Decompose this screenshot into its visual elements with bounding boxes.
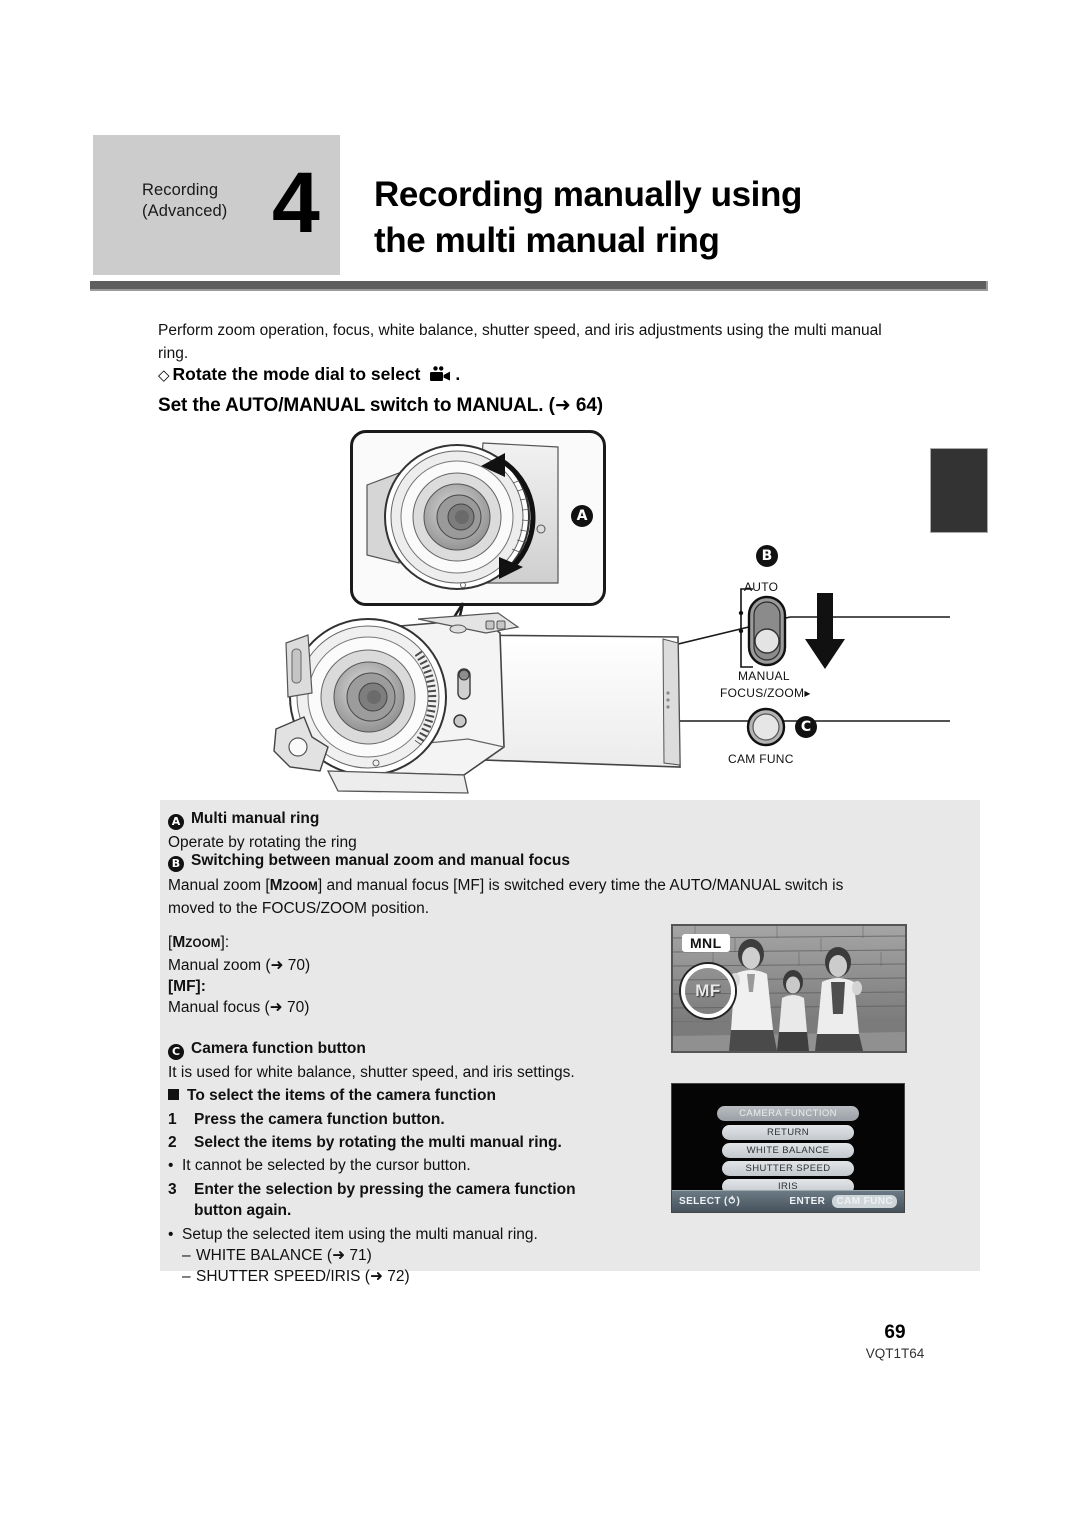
callout-mark-b: B [168,856,184,872]
mzoom-token: MZOOM [172,934,220,951]
mf-indicator-ring: MF [681,964,735,1018]
bullet-dot-icon-2: • [168,1226,174,1243]
menu-item-return[interactable]: RETURN [722,1125,854,1140]
page-title: Recording manually using the multi manua… [374,172,974,264]
chapter-category-line1: Recording [142,181,219,199]
mnl-badge: MNL [682,934,730,952]
cam-func-label: CAM FUNC [728,752,794,766]
chapter-category: Recording (Advanced) [142,180,272,222]
sub-item-2-text: SHUTTER SPEED/IRIS (➜ 72) [196,1268,410,1285]
diamond-icon: ◇ [158,367,170,384]
b-body-mid: ] and manual focus [MF] is switched ever… [317,877,844,894]
page-number: 69 [884,1322,906,1343]
step-1-text: Press the camera function button. [194,1111,445,1128]
callout-mark-c: C [168,1044,184,1060]
sub-item-1: – WHITE BALANCE (➜ 71) [168,1245,808,1266]
step-2-text: Select the items by rotating the multi m… [194,1134,562,1151]
mzoom-zoom: ZOOM [185,938,221,950]
note-2-text: Setup the selected item using the multi … [182,1226,538,1243]
mzoom-bracket-close: ]: [220,934,230,951]
menu-select-hint: SELECT (⥀) [679,1196,741,1207]
menu-cam-func-button-icon: CAM FUNC [832,1195,897,1208]
document-code: VQT1T64 [865,1346,925,1361]
chapter-category-line2: (Advanced) [142,202,228,220]
sub-item-2: – SHUTTER SPEED/IRIS (➜ 72) [168,1266,808,1287]
menu-enter-hint: ENTER CAM FUNC [789,1195,897,1208]
b-body-pre: Manual zoom [ [168,877,270,894]
mf-indicator-text: MF [695,981,721,1000]
section-a-heading-text: Multi manual ring [191,810,320,827]
menu-item-shutter-speed[interactable]: SHUTTER SPEED [722,1161,854,1176]
camcorder-icon [429,364,451,388]
camcorder-illustration: A B AUTO MANUAL FOCUS/ZOOM▸ C CAM FUNC [250,425,950,800]
mode-dial-step: ◇ Rotate the mode dial to select . [158,362,858,388]
section-c-body: It is used for white balance, shutter sp… [168,1064,575,1081]
section-b-heading: B Switching between manual zoom and manua… [168,850,938,872]
step-3-text-line1: Enter the selection by pressing the came… [194,1181,576,1198]
callout-mark-a: A [168,814,184,830]
section-c-subheading-text: To select the items of the camera functi… [187,1087,496,1104]
square-bullet-icon [168,1089,179,1100]
header-divider [90,281,988,291]
section-c-heading-text: Camera function button [191,1040,366,1057]
auto-manual-switch-graphic [738,588,845,669]
menu-title-camera-function: CAMERA FUNCTION [717,1106,859,1121]
sub-item-1-text: WHITE BALANCE (➜ 71) [196,1247,372,1264]
dash-icon-1: – [182,1247,191,1264]
section-b-body-line2: moved to the FOCUS/ZOOM position. [168,900,430,917]
step-3-number: 3 [168,1181,177,1198]
note-1-text: It cannot be selected by the cursor butt… [182,1157,471,1174]
switch-label-manual: MANUAL [738,669,790,683]
menu-item-white-balance[interactable]: WHITE BALANCE [722,1143,854,1158]
section-a: A Multi manual ring Operate by rotating t… [168,808,828,853]
mzoom-m-inline: M [269,877,283,894]
section-b: B Switching between manual zoom and manua… [168,850,938,919]
page-title-line2: the multi manual ring [374,221,720,260]
section-b-heading-text: Switching between manual zoom and manual… [191,852,570,869]
callout-label-c: C [795,716,817,738]
camcorder-body [273,612,681,794]
mode-dial-step-suffix: . [455,364,461,384]
dash-icon-2: – [182,1268,191,1285]
step-2-number: 2 [168,1134,177,1151]
manual-page: Recording (Advanced) 4 Recording manuall… [0,0,1080,1526]
camera-function-menu-screen: CAMERA FUNCTION RETURN WHITE BALANCE SHU… [671,1083,905,1213]
step-1-number: 1 [168,1111,177,1128]
note-2: • Setup the selected item using the multi… [168,1224,808,1245]
bullet-dot-icon-1: • [168,1157,174,1174]
switch-label-focus-zoom: FOCUS/ZOOM▸ [720,686,811,700]
mzoom-zoom-inline: ZOOM [282,881,318,893]
menu-enter-label: ENTER [789,1196,826,1207]
step-3-text-line2: button again. [194,1202,292,1219]
section-a-heading: A Multi manual ring [168,808,828,830]
auto-manual-step: Set the AUTO/MANUAL switch to MANUAL. (➜… [158,395,604,416]
viewfinder-photo: MNL MF [671,924,907,1053]
mzoom-token-inline: MZOOM [270,877,318,894]
page-title-line1: Recording manually using [374,175,802,214]
chapter-number: 4 [272,155,320,251]
mzoom-m: M [172,934,186,951]
mode-dial-step-text: Rotate the mode dial to select [172,364,421,384]
callout-label-b: B [756,545,778,567]
menu-action-bar: SELECT (⥀) ENTER CAM FUNC [672,1190,904,1212]
intro-paragraph: Perform zoom operation, focus, white bal… [158,322,882,362]
section-b-body-line1: Manual zoom [MZOOM] and manual focus [MF… [168,875,938,898]
